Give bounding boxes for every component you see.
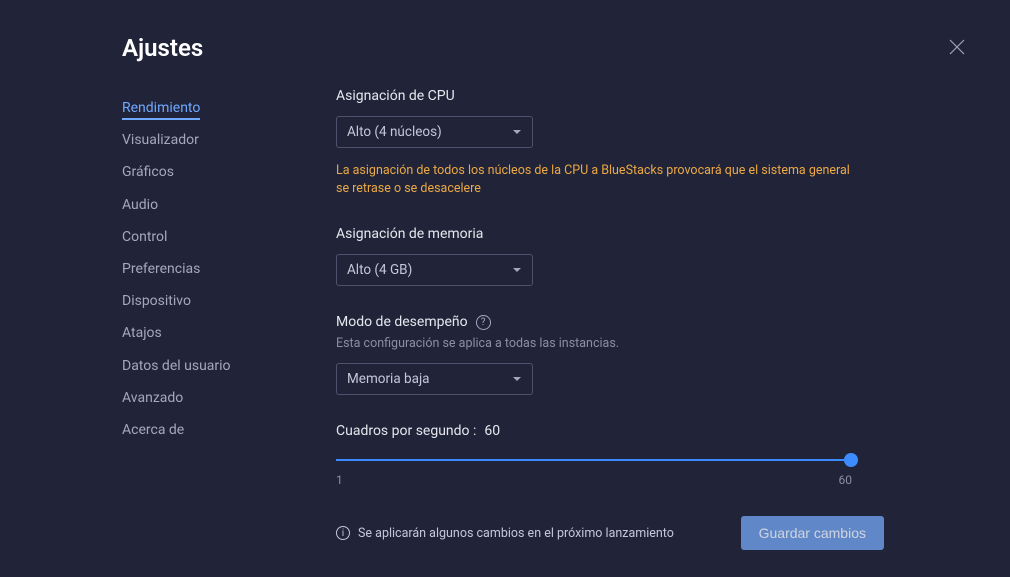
sidebar-item-rendimiento[interactable]: Rendimiento [122, 92, 302, 124]
fps-max: 60 [839, 473, 853, 487]
sidebar-item-datos-usuario[interactable]: Datos del usuario [122, 350, 302, 382]
save-button[interactable]: Guardar cambios [741, 516, 884, 550]
sidebar-item-dispositivo[interactable]: Dispositivo [122, 285, 302, 317]
chevron-down-icon [512, 127, 522, 137]
fps-slider-thumb[interactable] [844, 453, 858, 467]
info-note: i Se aplicarán algunos cambios en el pró… [336, 526, 674, 541]
chevron-down-icon [512, 265, 522, 275]
perf-mode-select[interactable]: Memoria baja [336, 363, 533, 395]
cpu-warning: La asignación de todos los núcleos de la… [336, 162, 856, 198]
memory-select[interactable]: Alto (4 GB) [336, 254, 533, 286]
sidebar-item-audio[interactable]: Audio [122, 189, 302, 221]
memory-section: Asignación de memoria Alto (4 GB) [336, 226, 856, 286]
perf-mode-select-value: Memoria baja [347, 371, 430, 387]
perf-mode-section: Modo de desempeño ? Esta configuración s… [336, 314, 856, 395]
perf-mode-sublabel: Esta configuración se aplica a todas las… [336, 336, 856, 351]
chevron-down-icon [512, 374, 522, 384]
memory-select-value: Alto (4 GB) [347, 262, 412, 278]
fps-section: Cuadros por segundo : 60 1 60 [336, 423, 856, 487]
sidebar-item-atajos[interactable]: Atajos [122, 317, 302, 349]
fps-slider[interactable] [336, 453, 852, 467]
info-icon: i [336, 526, 350, 540]
sidebar-item-avanzado[interactable]: Avanzado [122, 382, 302, 414]
page-title: Ajustes [122, 34, 203, 62]
cpu-select-value: Alto (4 núcleos) [347, 124, 442, 140]
footer: i Se aplicarán algunos cambios en el pró… [336, 516, 884, 550]
cpu-select[interactable]: Alto (4 núcleos) [336, 116, 533, 148]
sidebar-item-preferencias[interactable]: Preferencias [122, 253, 302, 285]
fps-label: Cuadros por segundo : 60 [336, 423, 856, 439]
help-icon[interactable]: ? [476, 315, 491, 330]
sidebar-item-visualizador[interactable]: Visualizador [122, 124, 302, 156]
close-icon[interactable] [948, 38, 966, 56]
sidebar-item-graficos[interactable]: Gráficos [122, 156, 302, 188]
sidebar-item-control[interactable]: Control [122, 221, 302, 253]
fps-slider-labels: 1 60 [336, 473, 852, 487]
cpu-label: Asignación de CPU [336, 88, 856, 104]
memory-label: Asignación de memoria [336, 226, 856, 242]
fps-min: 1 [336, 473, 343, 487]
sidebar: Rendimiento Visualizador Gráficos Audio … [122, 92, 302, 446]
main-panel: Asignación de CPU Alto (4 núcleos) La as… [336, 88, 856, 515]
fps-slider-track [336, 459, 852, 461]
sidebar-item-acerca-de[interactable]: Acerca de [122, 414, 302, 446]
perf-mode-label: Modo de desempeño ? [336, 314, 856, 330]
cpu-section: Asignación de CPU Alto (4 núcleos) La as… [336, 88, 856, 198]
